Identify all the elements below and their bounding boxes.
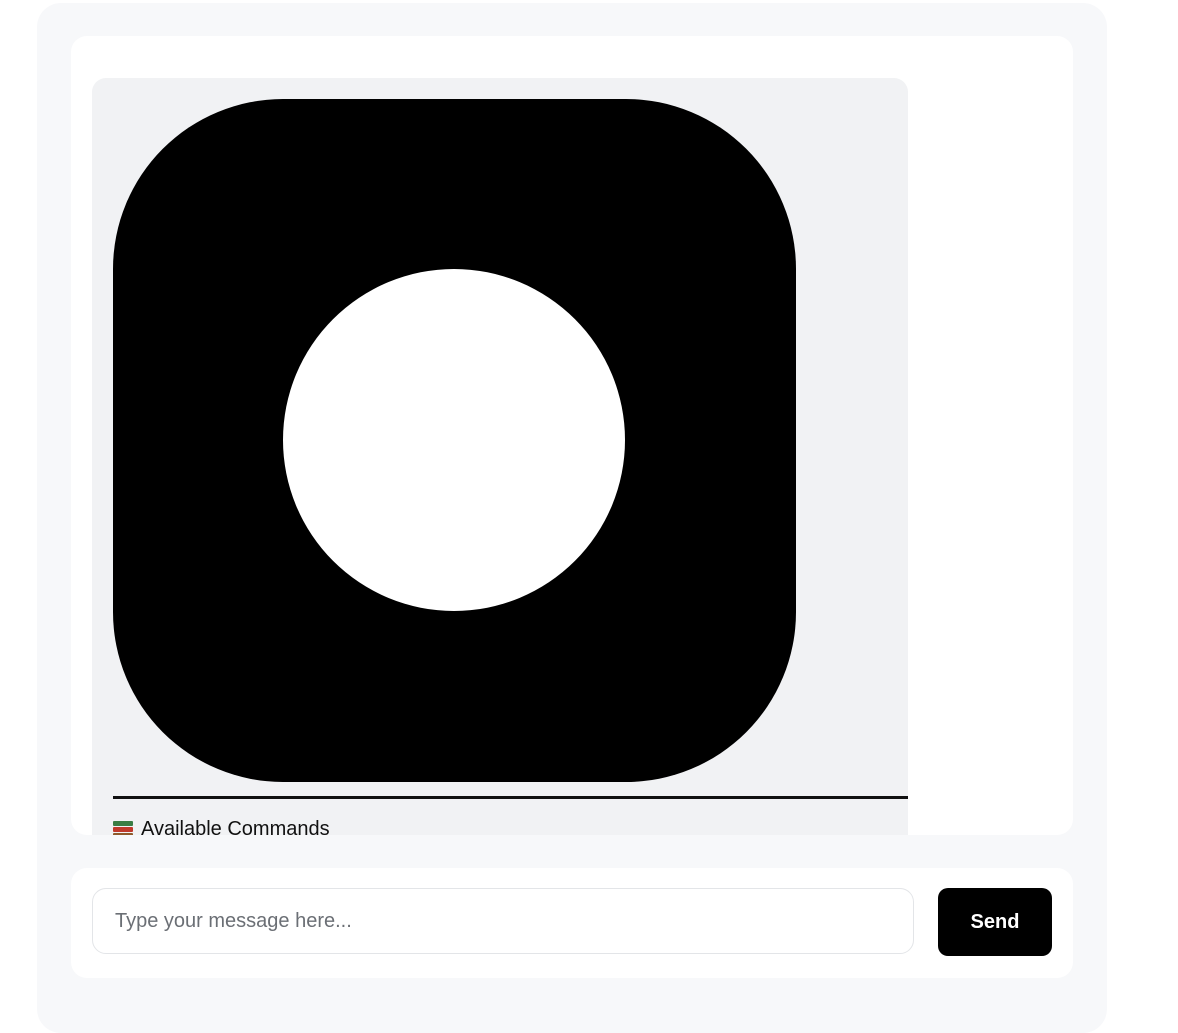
- bot-logo-image: [113, 99, 796, 782]
- message-divider: [113, 796, 908, 799]
- books-icon: [113, 820, 133, 835]
- composer-panel: Send: [71, 868, 1073, 978]
- send-button[interactable]: Send: [938, 888, 1052, 956]
- bot-message: Available Commands: [92, 78, 908, 835]
- commands-heading-text: Available Commands: [141, 818, 330, 835]
- chat-app: Available Commands Send: [37, 3, 1107, 1033]
- message-input[interactable]: [92, 888, 914, 954]
- commands-heading: Available Commands: [113, 818, 330, 835]
- messages-panel[interactable]: Available Commands: [71, 36, 1073, 835]
